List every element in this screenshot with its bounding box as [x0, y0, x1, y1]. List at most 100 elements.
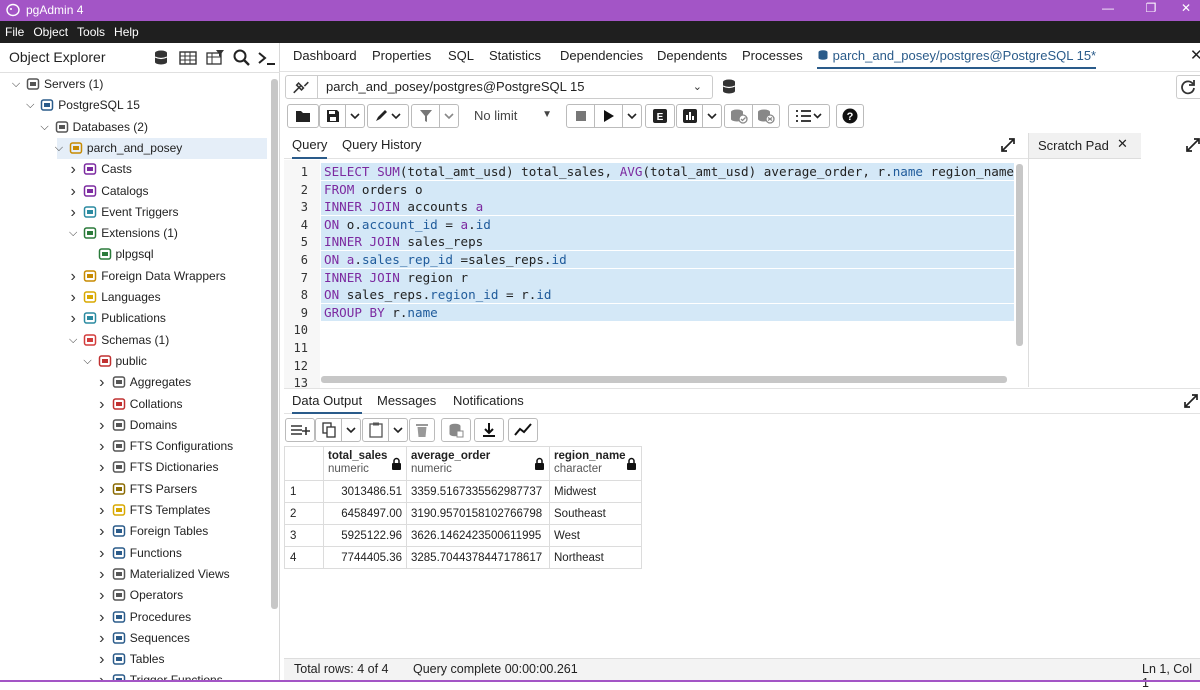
filter-button-group[interactable]: [411, 104, 459, 128]
chevron-down-icon[interactable]: ⌵: [39, 117, 51, 138]
editor-vertical-scrollbar[interactable]: [1016, 164, 1023, 346]
query-tool-db-icon[interactable]: [150, 47, 172, 69]
tree-node[interactable]: › FTS Dictionaries: [0, 457, 270, 478]
tree-node[interactable]: ⌵ Servers (1): [0, 74, 270, 95]
chevron-down-icon[interactable]: ⌵: [10, 74, 22, 95]
tree-node[interactable]: › Procedures: [0, 607, 270, 628]
tab-query-history[interactable]: Query History: [342, 137, 421, 152]
close-tab-icon[interactable]: ✕: [1190, 46, 1200, 64]
explain-button[interactable]: E: [645, 104, 675, 128]
chevron-down-icon[interactable]: ⌵: [67, 223, 79, 244]
psql-terminal-icon[interactable]: [256, 47, 278, 69]
tree-node[interactable]: › Foreign Tables: [0, 521, 270, 542]
tree-node[interactable]: › Tables: [0, 649, 270, 670]
tab-sql[interactable]: SQL: [448, 48, 474, 63]
chevron-down-icon[interactable]: ⌵: [53, 138, 65, 159]
tree-node[interactable]: ⌵ PostgreSQL 15: [0, 95, 270, 116]
table-cell[interactable]: 3626.1462423500611995: [406, 524, 550, 547]
tree-node[interactable]: › FTS Templates: [0, 500, 270, 521]
tree-node[interactable]: › Collations: [0, 394, 270, 415]
chevron-right-icon[interactable]: ›: [67, 181, 79, 202]
tab-processes[interactable]: Processes: [742, 48, 803, 63]
search-icon[interactable]: [231, 47, 253, 69]
tab-statistics[interactable]: Statistics: [489, 48, 541, 63]
tab-notifications[interactable]: Notifications: [453, 393, 524, 408]
open-file-button[interactable]: [287, 104, 319, 128]
chevron-right-icon[interactable]: ›: [67, 287, 79, 308]
tree-node[interactable]: › FTS Configurations: [0, 436, 270, 457]
expand-output-icon[interactable]: [1183, 393, 1199, 409]
new-connection-db-icon[interactable]: [714, 75, 744, 99]
chevron-right-icon[interactable]: ›: [67, 266, 79, 287]
table-cell[interactable]: 3285.7044378447178617: [406, 546, 550, 569]
tree-node[interactable]: ⌵ public: [0, 351, 270, 372]
tab-properties[interactable]: Properties: [372, 48, 431, 63]
chevron-down-icon[interactable]: ⌵: [24, 95, 36, 116]
chevron-right-icon[interactable]: ›: [96, 500, 108, 521]
sql-editor[interactable]: 1 2 3 4 5 6 7 8 9 10 11 12 13 SELECT SUM(total_amt_u…: [284, 160, 1028, 388]
refresh-button[interactable]: [1176, 75, 1200, 99]
graph-visualiser-button[interactable]: [508, 418, 538, 442]
chevron-right-icon[interactable]: ›: [96, 521, 108, 542]
commit-rollback-group[interactable]: [724, 104, 780, 128]
tree-node[interactable]: › Sequences: [0, 628, 270, 649]
macros-button[interactable]: [788, 104, 830, 128]
table-cell[interactable]: 3190.9570158102766798: [406, 502, 550, 525]
chevron-right-icon[interactable]: ›: [96, 543, 108, 564]
close-icon[interactable]: ✕: [1175, 1, 1197, 19]
editor-horizontal-scrollbar[interactable]: [321, 376, 1007, 383]
chevron-right-icon[interactable]: ›: [96, 649, 108, 670]
column-header-total-sales[interactable]: total_sales numeric: [323, 446, 407, 481]
tree-node[interactable]: › Materialized Views: [0, 564, 270, 585]
tree-node[interactable]: › Domains: [0, 415, 270, 436]
tab-dependents[interactable]: Dependents: [657, 48, 727, 63]
chevron-right-icon[interactable]: ›: [96, 415, 108, 436]
table-cell[interactable]: 6458497.00: [323, 502, 407, 525]
tree-node[interactable]: › Operators: [0, 585, 270, 606]
expand-editor-icon[interactable]: [1000, 137, 1016, 153]
tab-messages[interactable]: Messages: [377, 393, 436, 408]
chevron-right-icon[interactable]: ›: [67, 308, 79, 329]
tab-dependencies[interactable]: Dependencies: [560, 48, 643, 63]
table-cell[interactable]: 7744405.36: [323, 546, 407, 569]
tree-node[interactable]: › Publications: [0, 308, 270, 329]
tree-node[interactable]: › Functions: [0, 543, 270, 564]
menu-tools[interactable]: Tools: [72, 21, 109, 39]
tree-node[interactable]: › Event Triggers: [0, 202, 270, 223]
chevron-right-icon[interactable]: ›: [67, 202, 79, 223]
chevron-right-icon[interactable]: ›: [96, 372, 108, 393]
tree-node[interactable]: plpgsql: [0, 244, 270, 265]
tab-query-tool[interactable]: parch_and_posey/postgres@PostgreSQL 15*: [817, 48, 1097, 69]
table-cell[interactable]: Southeast: [549, 502, 642, 525]
column-header-average-order[interactable]: average_order numeric: [406, 446, 550, 481]
minimize-icon[interactable]: —: [1097, 1, 1119, 19]
tree-node[interactable]: ⌵ parch_and_posey: [55, 137, 267, 159]
table-cell[interactable]: 3013486.51: [323, 480, 407, 503]
tree-node[interactable]: › FTS Parsers: [0, 479, 270, 500]
tree-node[interactable]: › Catalogs: [0, 181, 270, 202]
save-data-button[interactable]: [441, 418, 471, 442]
filtered-rows-icon[interactable]: [204, 47, 226, 69]
row-limit-select[interactable]: No limit ▼: [465, 104, 560, 128]
help-button[interactable]: ?: [836, 104, 864, 128]
connection-status-icon[interactable]: [286, 76, 318, 98]
table-cell[interactable]: Midwest: [549, 480, 642, 503]
table-cell[interactable]: West: [549, 524, 642, 547]
close-icon[interactable]: ✕: [1117, 136, 1128, 152]
tab-scratch-pad[interactable]: Scratch Pad ✕: [1029, 133, 1141, 159]
table-cell[interactable]: 3359.5167335562987737: [406, 480, 550, 503]
paste-button-group[interactable]: [362, 418, 408, 442]
chevron-right-icon[interactable]: ›: [96, 628, 108, 649]
chevron-down-icon[interactable]: ⌵: [82, 351, 94, 372]
chevron-right-icon[interactable]: ›: [96, 479, 108, 500]
tree-node[interactable]: › Aggregates: [0, 372, 270, 393]
column-header-region-name[interactable]: region_name character: [549, 446, 642, 481]
copy-button-group[interactable]: [315, 418, 361, 442]
delete-row-button[interactable]: [409, 418, 435, 442]
chevron-right-icon[interactable]: ›: [96, 394, 108, 415]
connection-select[interactable]: parch_and_posey/postgres@PostgreSQL 15 ⌄: [285, 75, 713, 99]
restore-icon[interactable]: ❐: [1140, 1, 1162, 19]
table-cell[interactable]: 5925122.96: [323, 524, 407, 547]
tree-scrollbar[interactable]: [271, 79, 278, 609]
edit-button[interactable]: [367, 104, 409, 128]
